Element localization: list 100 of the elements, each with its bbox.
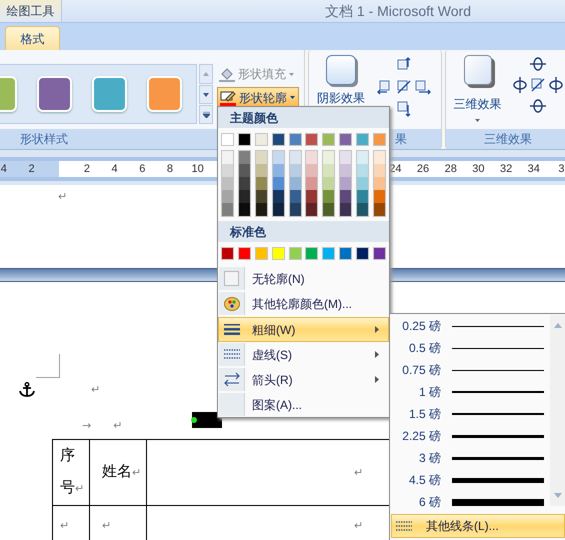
ribbon-tab[interactable]: 格式	[5, 26, 60, 50]
color-swatch[interactable]	[340, 190, 352, 203]
color-swatch[interactable]	[222, 151, 233, 164]
tilt-down-icon[interactable]	[529, 97, 548, 115]
color-swatch[interactable]	[323, 177, 334, 190]
color-swatch[interactable]	[372, 133, 386, 146]
color-swatch[interactable]	[222, 164, 233, 177]
color-swatch[interactable]	[374, 164, 385, 177]
menu-item[interactable]: 无轮廓(N)	[218, 266, 389, 291]
style-swatch[interactable]	[92, 76, 127, 112]
color-swatch[interactable]	[306, 190, 318, 203]
tilt-up-icon[interactable]	[529, 55, 548, 73]
color-swatch[interactable]	[288, 247, 302, 260]
shape-outline-button[interactable]: 形状轮廓	[217, 87, 299, 108]
color-swatch[interactable]	[272, 151, 284, 164]
color-swatch[interactable]	[306, 164, 318, 177]
color-swatch[interactable]	[288, 133, 302, 146]
color-swatch[interactable]	[272, 177, 284, 190]
menu-item[interactable]: 箭头(R)	[218, 367, 389, 392]
menu-item[interactable]: 0.5 磅	[390, 337, 550, 359]
color-swatch[interactable]	[256, 190, 267, 203]
color-swatch[interactable]	[357, 190, 368, 203]
color-swatch[interactable]	[254, 247, 268, 260]
color-swatch[interactable]	[238, 247, 251, 260]
ruler-number: 2	[27, 162, 36, 177]
style-swatch[interactable]	[147, 76, 182, 112]
nudge-right-icon[interactable]	[413, 78, 431, 96]
menu-item[interactable]: 其他线条(L)...	[391, 514, 565, 538]
color-swatch[interactable]	[238, 177, 250, 190]
color-swatch[interactable]	[356, 247, 369, 260]
color-swatch[interactable]	[357, 151, 368, 164]
color-swatch[interactable]	[372, 247, 386, 260]
color-swatch[interactable]	[222, 177, 233, 190]
color-swatch[interactable]	[306, 151, 318, 164]
color-swatch[interactable]	[256, 151, 267, 164]
color-swatch[interactable]	[374, 151, 385, 164]
color-swatch[interactable]	[340, 177, 352, 190]
scroll-down-button[interactable]	[199, 85, 213, 104]
color-swatch[interactable]	[290, 164, 300, 177]
color-swatch[interactable]	[356, 133, 369, 146]
toggle-shadow-icon[interactable]	[395, 78, 413, 96]
3d-effects-button[interactable]: 三维效果	[450, 55, 506, 122]
color-swatch[interactable]	[306, 203, 318, 216]
menu-item[interactable]: 其他轮廓颜色(M)...	[218, 291, 389, 316]
color-swatch[interactable]	[374, 190, 385, 203]
color-swatch[interactable]	[221, 247, 234, 260]
color-swatch[interactable]	[340, 151, 352, 164]
color-swatch[interactable]	[306, 177, 318, 190]
color-swatch[interactable]	[339, 133, 352, 146]
color-swatch[interactable]	[290, 190, 300, 203]
color-swatch[interactable]	[323, 190, 334, 203]
shadow-effects-button[interactable]: 阴影效果	[315, 55, 367, 107]
color-swatch[interactable]	[272, 190, 284, 203]
color-swatch[interactable]	[272, 164, 284, 177]
color-swatch[interactable]	[272, 203, 284, 216]
toggle-3d-icon[interactable]	[529, 76, 548, 94]
color-swatch[interactable]	[340, 164, 352, 177]
color-swatch[interactable]	[256, 164, 267, 177]
color-swatch[interactable]	[238, 151, 250, 164]
color-swatch[interactable]	[272, 133, 285, 146]
menu-item[interactable]: 0.25 磅	[390, 315, 550, 337]
menu-item[interactable]: 0.75 磅	[390, 359, 550, 381]
color-swatch[interactable]	[374, 203, 385, 216]
color-swatch[interactable]	[374, 177, 385, 190]
color-swatch[interactable]	[256, 203, 267, 216]
color-swatch[interactable]	[322, 133, 336, 146]
color-swatch[interactable]	[256, 177, 267, 190]
menu-item[interactable]: 1.5 磅	[390, 403, 550, 425]
color-swatch[interactable]	[290, 203, 300, 216]
color-swatch[interactable]	[322, 247, 336, 260]
color-swatch[interactable]	[272, 247, 285, 260]
color-swatch[interactable]	[340, 203, 352, 216]
color-swatch[interactable]	[222, 203, 233, 216]
color-swatch[interactable]	[238, 190, 250, 203]
color-swatch[interactable]	[305, 247, 318, 260]
color-swatch[interactable]	[238, 133, 251, 146]
menu-item[interactable]: 粗细(W)	[218, 317, 389, 342]
color-swatch[interactable]	[323, 151, 334, 164]
color-swatch[interactable]	[357, 177, 368, 190]
color-swatch[interactable]	[254, 133, 268, 146]
more-button[interactable]	[199, 105, 213, 124]
color-swatch[interactable]	[339, 247, 352, 260]
menu-item[interactable]: 1 磅	[390, 381, 550, 403]
menu-item[interactable]: 图案(A)...	[218, 392, 389, 417]
color-swatch[interactable]	[221, 133, 234, 146]
color-swatch[interactable]	[290, 151, 300, 164]
color-swatch[interactable]	[238, 164, 250, 177]
color-swatch[interactable]	[323, 203, 334, 216]
color-swatch[interactable]	[323, 164, 334, 177]
color-swatch[interactable]	[305, 133, 318, 146]
color-swatch[interactable]	[222, 190, 233, 203]
tilt-left-icon[interactable]	[511, 76, 530, 94]
tilt-right-icon[interactable]	[547, 76, 565, 94]
color-swatch[interactable]	[357, 203, 368, 216]
nudge-down-icon[interactable]	[395, 99, 413, 117]
color-swatch[interactable]	[290, 177, 300, 190]
menu-item[interactable]: 虚线(S)	[218, 342, 389, 367]
color-swatch[interactable]	[238, 203, 250, 216]
color-swatch[interactable]	[357, 164, 368, 177]
style-swatch[interactable]	[37, 76, 72, 112]
